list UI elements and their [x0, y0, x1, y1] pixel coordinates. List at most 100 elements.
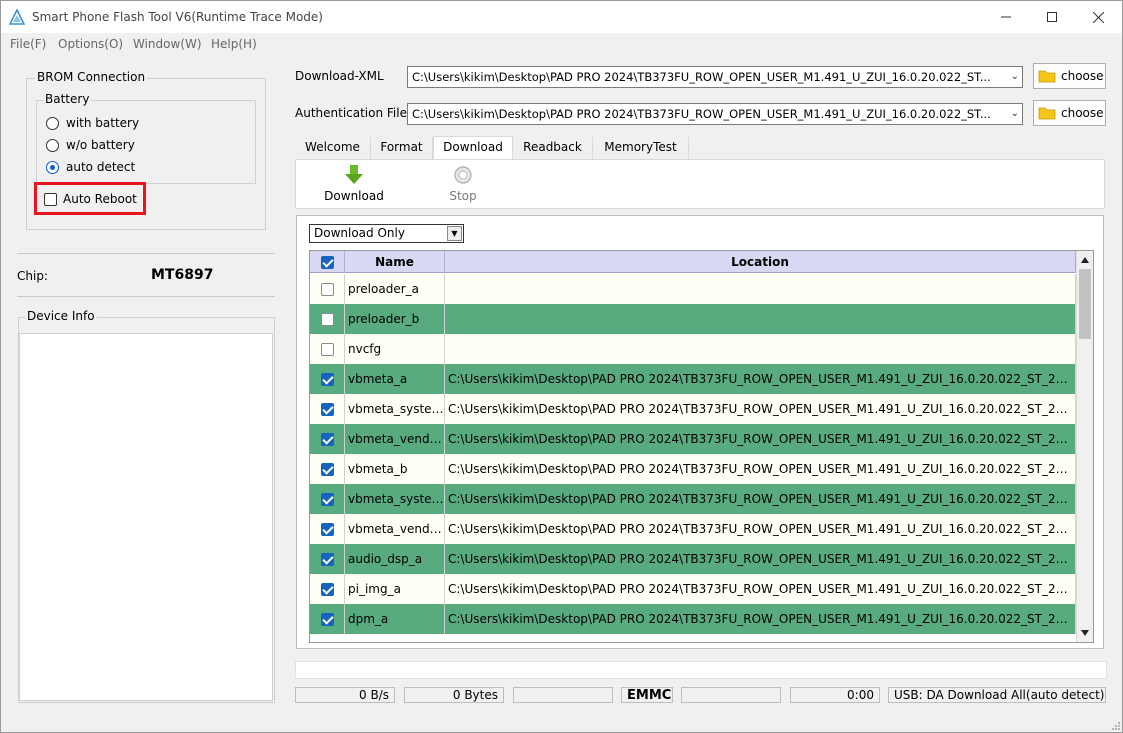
maximize-button[interactable] — [1029, 1, 1075, 33]
select-all-cell[interactable] — [310, 251, 345, 273]
row-check-cell[interactable] — [310, 484, 345, 514]
chip-label: Chip: — [17, 269, 48, 283]
chevron-down-icon[interactable]: ⌄ — [1011, 71, 1019, 82]
row-checkbox[interactable] — [320, 342, 334, 356]
stop-tool-button[interactable]: Stop — [433, 164, 493, 203]
table-row[interactable]: dpm_a C:\Users\kikim\Desktop\PAD PRO 2024… — [310, 604, 1076, 634]
partition-name-cell: vbmeta_b — [345, 454, 445, 484]
row-check-cell[interactable] — [310, 514, 345, 544]
auth-file-combobox[interactable]: C:\Users\kikim\Desktop\PAD PRO 2024\TB37… — [407, 103, 1023, 125]
stop-icon — [454, 166, 472, 184]
menu-help[interactable]: Help(H) — [211, 37, 257, 51]
partition-location-cell[interactable]: C:\Users\kikim\Desktop\PAD PRO 2024\TB37… — [445, 424, 1076, 454]
row-check-cell[interactable] — [310, 364, 345, 394]
row-check-cell[interactable] — [310, 574, 345, 604]
partition-location-cell[interactable]: C:\Users\kikim\Desktop\PAD PRO 2024\TB37… — [445, 454, 1076, 484]
partition-location-cell[interactable]: C:\Users\kikim\Desktop\PAD PRO 2024\TB37… — [445, 604, 1076, 634]
scroll-down-icon[interactable] — [1077, 626, 1093, 640]
row-check-cell[interactable] — [310, 274, 345, 304]
partition-location-cell[interactable]: C:\Users\kikim\Desktop\PAD PRO 2024\TB37… — [445, 394, 1076, 424]
partition-location-cell[interactable] — [445, 334, 1076, 364]
folder-icon — [1038, 70, 1056, 83]
dropdown-arrow-icon[interactable]: ▼ — [447, 226, 462, 241]
partition-location: C:\Users\kikim\Desktop\PAD PRO 2024\TB37… — [448, 402, 1075, 416]
row-checkbox[interactable] — [320, 522, 334, 536]
partition-location-cell[interactable]: C:\Users\kikim\Desktop\PAD PRO 2024\TB37… — [445, 544, 1076, 574]
partition-name: vbmeta_vendor... — [348, 522, 444, 536]
partition-location-cell[interactable] — [445, 304, 1076, 334]
menu-window[interactable]: Window(W) — [133, 37, 202, 51]
partition-location-cell[interactable]: C:\Users\kikim\Desktop\PAD PRO 2024\TB37… — [445, 364, 1076, 394]
menu-file[interactable]: File(F) — [10, 37, 46, 51]
status-message: USB: DA Download All(auto detect) — [888, 687, 1106, 703]
row-checkbox[interactable] — [320, 582, 334, 596]
minimize-button[interactable] — [983, 1, 1029, 33]
close-button[interactable] — [1075, 1, 1121, 33]
table-scrollbar[interactable] — [1076, 251, 1093, 642]
chevron-down-icon[interactable]: ⌄ — [1011, 108, 1019, 119]
table-row[interactable]: vbmeta_a C:\Users\kikim\Desktop\PAD PRO 2… — [310, 364, 1076, 394]
tab-format[interactable]: Format — [371, 137, 433, 159]
row-checkbox[interactable] — [320, 612, 334, 626]
radio-with-battery[interactable]: with battery — [46, 116, 139, 130]
radio-circle[interactable] — [46, 116, 59, 130]
row-checkbox[interactable] — [320, 492, 334, 506]
title-bar[interactable]: Smart Phone Flash Tool V6(Runtime Trace … — [1, 1, 1122, 33]
maximize-icon — [1047, 12, 1057, 22]
row-checkbox[interactable] — [320, 402, 334, 416]
partition-location-cell[interactable] — [445, 274, 1076, 304]
row-check-cell[interactable] — [310, 454, 345, 484]
tab-readback[interactable]: Readback — [513, 137, 593, 159]
table-row[interactable]: vbmeta_system_a C:\Users\kikim\Desktop\PA… — [310, 394, 1076, 424]
table-row[interactable]: vbmeta_vendor... C:\Users\kikim\Desktop\P… — [310, 514, 1076, 544]
radio-circle-selected[interactable] — [46, 160, 59, 174]
row-checkbox[interactable] — [320, 552, 334, 566]
header-location[interactable]: Location — [445, 251, 1076, 273]
radio-circle[interactable] — [46, 138, 59, 152]
scrollbar-thumb[interactable] — [1079, 269, 1091, 339]
table-row[interactable]: preloader_b — [310, 304, 1076, 334]
scroll-up-icon[interactable] — [1077, 253, 1093, 267]
radio-wo-battery[interactable]: w/o battery — [46, 138, 135, 152]
partition-location-cell[interactable]: C:\Users\kikim\Desktop\PAD PRO 2024\TB37… — [445, 574, 1076, 604]
menu-options[interactable]: Options(O) — [58, 37, 123, 51]
row-check-cell[interactable] — [310, 604, 345, 634]
resize-grip-icon[interactable] — [1111, 721, 1121, 731]
header-name[interactable]: Name — [345, 251, 445, 273]
table-row[interactable]: vbmeta_vendor_a C:\Users\kikim\Desktop\PA… — [310, 424, 1076, 454]
row-check-cell[interactable] — [310, 304, 345, 334]
stop-tool-label: Stop — [449, 189, 477, 203]
select-all-checkbox[interactable] — [320, 255, 334, 269]
row-check-cell[interactable] — [310, 394, 345, 424]
download-tool-button[interactable]: Download — [324, 164, 384, 203]
row-check-cell[interactable] — [310, 424, 345, 454]
choose-xml-button[interactable]: choose — [1033, 63, 1106, 89]
tab-memorytest[interactable]: MemoryTest — [593, 137, 689, 159]
table-row[interactable]: vbmeta_system... C:\Users\kikim\Desktop\P… — [310, 484, 1076, 514]
download-mode-select[interactable]: Download Only ▼ — [309, 224, 464, 243]
row-checkbox[interactable] — [320, 462, 334, 476]
row-check-cell[interactable] — [310, 334, 345, 364]
table-row[interactable]: preloader_a — [310, 274, 1076, 304]
partition-location-cell[interactable]: C:\Users\kikim\Desktop\PAD PRO 2024\TB37… — [445, 484, 1076, 514]
table-row[interactable]: vbmeta_b C:\Users\kikim\Desktop\PAD PRO 2… — [310, 454, 1076, 484]
download-xml-combobox[interactable]: C:\Users\kikim\Desktop\PAD PRO 2024\TB37… — [407, 66, 1023, 88]
row-checkbox[interactable] — [320, 312, 334, 326]
partition-name-cell: vbmeta_a — [345, 364, 445, 394]
table-row[interactable]: pi_img_a C:\Users\kikim\Desktop\PAD PRO 2… — [310, 574, 1076, 604]
table-row[interactable]: nvcfg — [310, 334, 1076, 364]
tab-download[interactable]: Download — [433, 136, 513, 160]
table-row[interactable]: audio_dsp_a C:\Users\kikim\Desktop\PAD PR… — [310, 544, 1076, 574]
partition-name-cell: vbmeta_vendor... — [345, 514, 445, 544]
status-storage: EMMC — [621, 687, 673, 703]
row-check-cell[interactable] — [310, 544, 345, 574]
tab-welcome[interactable]: Welcome — [295, 137, 371, 159]
choose-auth-button[interactable]: choose — [1033, 100, 1106, 126]
radio-auto-detect[interactable]: auto detect — [46, 160, 135, 174]
row-checkbox[interactable] — [320, 432, 334, 446]
partition-location-cell[interactable]: C:\Users\kikim\Desktop\PAD PRO 2024\TB37… — [445, 514, 1076, 544]
minimize-icon — [1001, 16, 1011, 18]
row-checkbox[interactable] — [320, 282, 334, 296]
download-xml-path: C:\Users\kikim\Desktop\PAD PRO 2024\TB37… — [412, 70, 991, 84]
row-checkbox[interactable] — [320, 372, 334, 386]
